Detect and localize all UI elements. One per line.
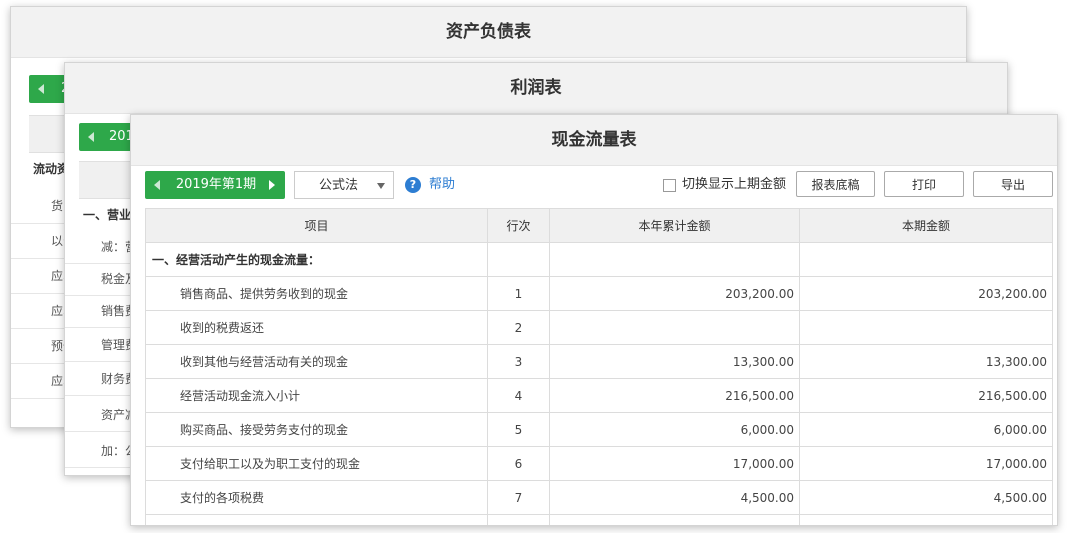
- chevron-left-icon[interactable]: [88, 132, 94, 142]
- row-line: 6: [487, 446, 550, 481]
- table-row: 支付的各项税费 7 4,500.00 4,500.00: [145, 480, 1053, 515]
- caret-down-icon: [377, 183, 385, 189]
- row-ytd-amount[interactable]: 17,000.00: [549, 446, 800, 481]
- section-title: 一、经营活动产生的现金流量：: [145, 242, 488, 277]
- table-row: 收到其他与经营活动有关的现金 3 13,300.00 13,300.00: [145, 344, 1053, 379]
- row-item: 支付给职工以及为职工支付的现金: [145, 446, 488, 481]
- row-current-amount[interactable]: 216,500.00: [799, 378, 1053, 413]
- row-current-amount[interactable]: 203,200.00: [799, 276, 1053, 311]
- row-item: 支付的各项税费: [145, 480, 488, 515]
- balance-sheet-title: 资产负债表: [11, 7, 966, 58]
- income-statement-title: 利润表: [65, 63, 1007, 114]
- chevron-right-icon[interactable]: [269, 180, 275, 190]
- cash-flow-window: 现金流量表 2019年第1期 公式法 ? 帮助 切换显示上期金额 报表底稿 打印…: [130, 114, 1058, 526]
- row-ytd-amount[interactable]: 216,500.00: [549, 378, 800, 413]
- column-header-line: 行次: [487, 208, 550, 243]
- help-icon[interactable]: ?: [405, 177, 421, 193]
- row-line: 2: [487, 310, 550, 345]
- table-row: 销售商品、提供劳务收到的现金 1 203,200.00 203,200.00: [145, 276, 1053, 311]
- row-line: 1: [487, 276, 550, 311]
- row-ytd-amount[interactable]: 4,500.00: [549, 480, 800, 515]
- row-current-amount[interactable]: 6,000.00: [799, 412, 1053, 447]
- chevron-left-icon[interactable]: [38, 84, 44, 94]
- help-link[interactable]: 帮助: [429, 171, 455, 199]
- cash-flow-table: 项目 行次 本年累计金额 本期金额 一、经营活动产生的现金流量： 销售商品、提供…: [145, 208, 1053, 525]
- cash-flow-toolbar: 2019年第1期 公式法 ? 帮助 切换显示上期金额 报表底稿 打印 导出: [145, 171, 1053, 201]
- table-row: [145, 514, 1053, 525]
- row-current-amount[interactable]: 13,300.00: [799, 344, 1053, 379]
- row-line: 5: [487, 412, 550, 447]
- method-select[interactable]: 公式法: [294, 171, 394, 199]
- table-row: 经营活动现金流入小计 4 216,500.00 216,500.00: [145, 378, 1053, 413]
- row-item: 收到其他与经营活动有关的现金: [145, 344, 488, 379]
- row-current-amount[interactable]: 4,500.00: [799, 480, 1053, 515]
- row-item: 购买商品、接受劳务支付的现金: [145, 412, 488, 447]
- row-item: 收到的税费返还: [145, 310, 488, 345]
- column-header-current: 本期金额: [799, 208, 1053, 243]
- row-current-amount[interactable]: 17,000.00: [799, 446, 1053, 481]
- row-ytd-amount[interactable]: [549, 310, 800, 345]
- row-item: 销售商品、提供劳务收到的现金: [145, 276, 488, 311]
- table-row: 购买商品、接受劳务支付的现金 5 6,000.00 6,000.00: [145, 412, 1053, 447]
- print-button[interactable]: 打印: [884, 171, 964, 197]
- chevron-left-icon[interactable]: [154, 180, 160, 190]
- cash-flow-title: 现金流量表: [131, 115, 1057, 166]
- table-header-row: 项目 行次 本年累计金额 本期金额: [145, 208, 1053, 243]
- column-header-item: 项目: [145, 208, 488, 243]
- row-line: 7: [487, 480, 550, 515]
- row-ytd-amount[interactable]: 6,000.00: [549, 412, 800, 447]
- row-current-amount[interactable]: [799, 310, 1053, 345]
- row-ytd-amount[interactable]: 203,200.00: [549, 276, 800, 311]
- method-select-value: 公式法: [319, 178, 359, 193]
- income-statement-section: 一、营业: [83, 208, 132, 222]
- column-header-ytd: 本年累计金额: [549, 208, 800, 243]
- export-button[interactable]: 导出: [973, 171, 1053, 197]
- table-row: 收到的税费返还 2: [145, 310, 1053, 345]
- table-row: 支付给职工以及为职工支付的现金 6 17,000.00 17,000.00: [145, 446, 1053, 481]
- row-ytd-amount[interactable]: 13,300.00: [549, 344, 800, 379]
- show-previous-amount-checkbox[interactable]: [663, 179, 676, 192]
- period-label: 2019年第1期: [175, 177, 257, 192]
- show-previous-amount-label[interactable]: 切换显示上期金额: [682, 171, 786, 199]
- report-draft-button[interactable]: 报表底稿: [796, 171, 875, 197]
- section-row: 一、经营活动产生的现金流量：: [145, 242, 1053, 277]
- row-line: 3: [487, 344, 550, 379]
- row-line: 4: [487, 378, 550, 413]
- period-selector[interactable]: 2019年第1期: [145, 171, 285, 199]
- row-item: 经营活动现金流入小计: [145, 378, 488, 413]
